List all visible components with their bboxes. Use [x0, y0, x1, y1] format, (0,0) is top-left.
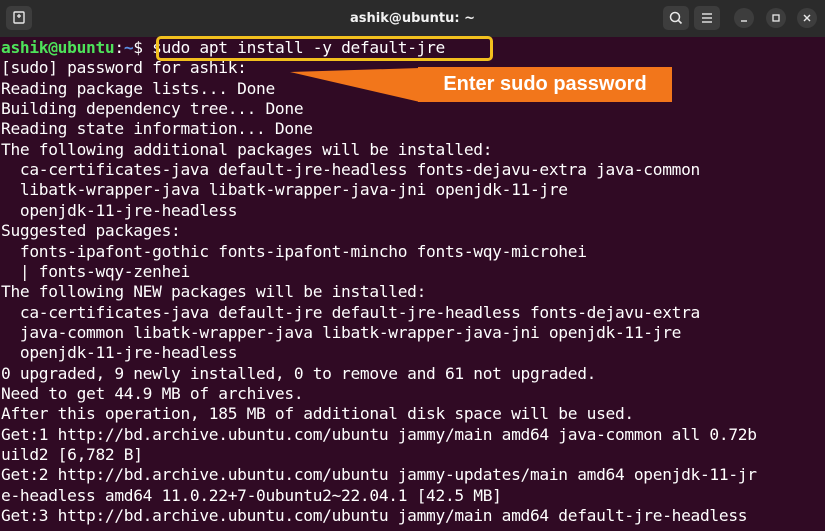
hamburger-menu-icon	[702, 13, 712, 23]
terminal-window: ashik@ubuntu: ~ ashik@ubuntu:~$ sudo apt…	[0, 0, 825, 531]
output-line: Suggested packages:	[1, 221, 181, 241]
output-line: Building dependency tree... Done	[1, 99, 304, 118]
output-line: Get:2 http://bd.archive.ubuntu.com/ubunt…	[1, 465, 757, 485]
output-line: uild2 [6,782 B]	[1, 445, 143, 464]
title-bar[interactable]: ashik@ubuntu: ~	[0, 0, 825, 38]
output-line: fonts-ipafont-gothic fonts-ipafont-minch…	[1, 241, 587, 261]
prompt-path: ~	[123, 38, 134, 57]
maximize-icon	[772, 14, 780, 22]
output-line: The following NEW packages will be insta…	[1, 282, 427, 302]
terminal-output-area[interactable]: ashik@ubuntu:~$ sudo apt install -y defa…	[0, 37, 825, 531]
close-button[interactable]	[797, 8, 817, 28]
output-line: | fonts-wqy-zenhei	[1, 261, 190, 281]
minimize-button[interactable]	[734, 8, 754, 28]
output-line: Get:3 http://bd.archive.ubuntu.com/ubunt…	[1, 506, 748, 525]
search-icon	[669, 11, 683, 25]
output-line: Reading state information... Done	[1, 119, 313, 139]
command-highlight-box	[156, 36, 493, 61]
output-line: openjdk-11-jre-headless	[1, 200, 238, 220]
output-line: [sudo] password for ashik:	[1, 58, 247, 78]
output-line: 0 upgraded, 9 newly installed, 0 to remo…	[1, 363, 597, 383]
prompt-user-host: ashik@ubuntu	[1, 38, 115, 57]
menu-button[interactable]	[694, 6, 720, 30]
close-icon	[803, 14, 811, 22]
prompt-separator: :	[114, 38, 124, 57]
output-line: ca-certificates-java default-jre-headles…	[1, 160, 700, 179]
output-line: e-headless amd64 11.0.22+7-0ubuntu2~22.0…	[1, 485, 502, 505]
minimize-icon	[741, 20, 747, 22]
output-line: The following additional packages will b…	[1, 139, 493, 159]
output-line: After this operation, 185 MB of addition…	[1, 404, 634, 424]
search-button[interactable]	[663, 6, 689, 30]
output-line: java-common libatk-wrapper-java libatk-w…	[1, 322, 682, 342]
maximize-button[interactable]	[766, 8, 786, 28]
output-line: Need to get 44.9 MB of archives.	[1, 383, 304, 403]
callout-label: Enter sudo password	[418, 67, 672, 102]
output-line: libatk-wrapper-java libatk-wrapper-java-…	[1, 180, 568, 200]
prompt-symbol: $	[133, 38, 153, 57]
output-line: Reading package lists... Done	[1, 78, 275, 98]
output-line: openjdk-11-jre-headless	[1, 343, 238, 363]
output-line: ca-certificates-java default-jre default…	[1, 302, 700, 322]
output-line: Get:1 http://bd.archive.ubuntu.com/ubunt…	[1, 424, 757, 444]
